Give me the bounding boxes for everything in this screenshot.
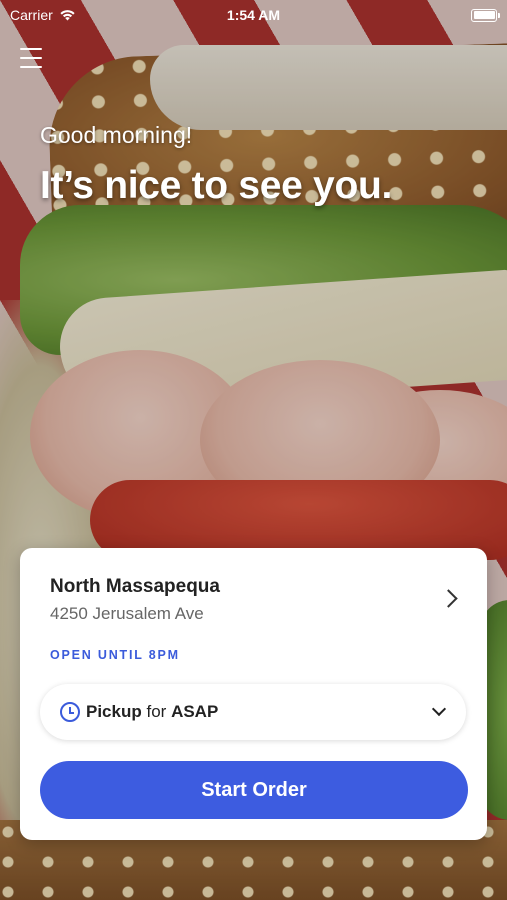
status-bar: Carrier 1:54 AM (0, 0, 507, 30)
wifi-icon (60, 10, 75, 21)
store-card: North Massapequa 4250 Jerusalem Ave OPEN… (20, 548, 487, 840)
store-hours-badge: OPEN UNTIL 8PM (50, 648, 180, 662)
store-name: North Massapequa (50, 576, 220, 597)
hamburger-menu-icon[interactable] (20, 48, 42, 68)
chevron-down-icon (431, 701, 447, 717)
battery-fill (473, 11, 495, 19)
clock-icon (60, 702, 80, 722)
pickup-mode: Pickup (86, 702, 142, 721)
greeting-text: Good morning! (40, 122, 193, 148)
store-address: 4250 Jerusalem Ave (50, 604, 204, 623)
pickup-time-select[interactable]: Pickup for ASAP (40, 684, 466, 740)
start-order-button[interactable]: Start Order (40, 761, 468, 819)
carrier-label: Carrier (10, 7, 53, 23)
headline-text: It’s nice to see you. (40, 164, 393, 207)
store-selector-row[interactable]: North Massapequa 4250 Jerusalem Ave (50, 576, 463, 630)
pickup-summary: Pickup for ASAP (86, 702, 218, 722)
pickup-connector: for (146, 702, 167, 721)
status-left: Carrier (10, 7, 76, 23)
status-time: 1:54 AM (226, 7, 281, 23)
pickup-time: ASAP (171, 702, 219, 721)
battery-icon (471, 8, 500, 22)
